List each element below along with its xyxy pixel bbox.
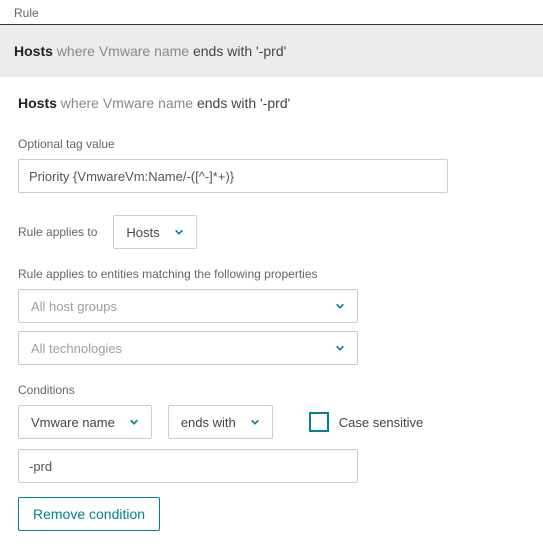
chevron-down-icon xyxy=(129,417,139,427)
summary-value: '-prd' xyxy=(256,43,286,59)
conditions-label: Conditions xyxy=(18,383,525,397)
summary2-value: '-prd' xyxy=(260,95,290,111)
case-sensitive-checkbox[interactable] xyxy=(309,412,329,432)
optional-tag-input[interactable] xyxy=(18,159,448,193)
chevron-down-icon xyxy=(335,301,345,311)
summary2-op: ends with xyxy=(197,95,256,111)
technologies-value: All technologies xyxy=(31,341,122,356)
rule-section-title: Rule xyxy=(14,6,39,20)
case-sensitive-label: Case sensitive xyxy=(339,415,424,430)
condition-operator-value: ends with xyxy=(181,415,236,430)
chevron-down-icon xyxy=(335,343,345,353)
optional-tag-label: Optional tag value xyxy=(18,137,525,151)
rule-section-header: Rule xyxy=(0,0,543,25)
host-groups-value: All host groups xyxy=(31,299,117,314)
summary-op: ends with xyxy=(193,43,252,59)
summary-property: Vmware name xyxy=(99,43,189,59)
summary-where: where xyxy=(57,43,95,59)
condition-property-select[interactable]: Vmware name xyxy=(18,405,152,439)
condition-value-input[interactable] xyxy=(18,449,358,483)
chevron-down-icon xyxy=(250,417,260,427)
applies-to-select[interactable]: Hosts xyxy=(113,215,196,249)
rule-summary-line: Hosts where Vmware name ends with '-prd' xyxy=(14,43,529,59)
host-groups-select[interactable]: All host groups xyxy=(18,289,358,323)
technologies-select[interactable]: All technologies xyxy=(18,331,358,365)
summary2-property: Vmware name xyxy=(103,95,193,111)
remove-condition-label: Remove condition xyxy=(33,506,145,522)
rule-summary-repeat: Hosts where Vmware name ends with '-prd' xyxy=(18,95,525,111)
matching-label: Rule applies to entities matching the fo… xyxy=(18,267,525,281)
summary2-where: where xyxy=(61,95,99,111)
chevron-down-icon xyxy=(174,227,184,237)
condition-property-value: Vmware name xyxy=(31,415,115,430)
summary-entity: Hosts xyxy=(14,43,53,59)
summary2-entity: Hosts xyxy=(18,95,57,111)
applies-to-value: Hosts xyxy=(126,225,159,240)
remove-condition-button[interactable]: Remove condition xyxy=(18,497,160,531)
condition-operator-select[interactable]: ends with xyxy=(168,405,273,439)
rule-summary-bar: Hosts where Vmware name ends with '-prd' xyxy=(0,25,543,77)
applies-to-label: Rule applies to xyxy=(18,225,97,239)
